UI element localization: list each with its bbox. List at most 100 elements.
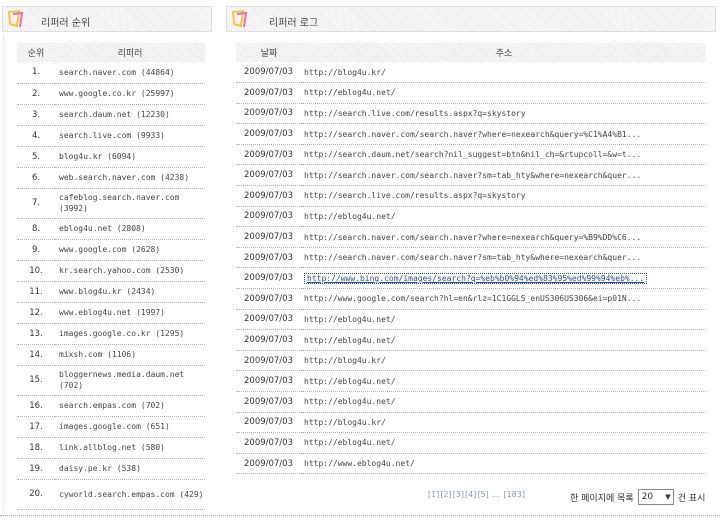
referrer-link[interactable]: search.naver.com (44864): [55, 62, 205, 84]
rank-row: 1. search.naver.com (44864): [17, 62, 205, 84]
log-url-link[interactable]: http://search.live.com/results.aspx?q=sk…: [304, 191, 526, 200]
referrer-link[interactable]: www.google.com (2628): [55, 239, 205, 261]
referrer-link[interactable]: images.google.com (651): [55, 416, 205, 438]
rank-row: 3. search.daum.net (12230): [17, 104, 205, 126]
referrer-link[interactable]: www.google.co.kr (25997): [55, 83, 205, 105]
page-link-5[interactable]: [5]: [477, 490, 488, 499]
log-url-cell: http://blog4u.kr/: [302, 350, 706, 372]
log-url-link[interactable]: http://eblog4u.net/: [304, 377, 396, 386]
log-url-link[interactable]: http://search.naver.com/search.naver?whe…: [304, 130, 641, 139]
referrer-link[interactable]: images.google.co.kr (1295): [55, 323, 205, 345]
referrer-link[interactable]: blog4u.kr (6094): [55, 146, 205, 168]
log-url-link[interactable]: http://blog4u.kr/: [304, 356, 386, 365]
log-url-link[interactable]: http://eblog4u.net/: [304, 212, 396, 221]
referrer-link[interactable]: web.search.naver.com (4238): [55, 167, 205, 189]
log-row: 2009/07/03 http://search.live.com/results…: [236, 103, 706, 125]
log-url-link[interactable]: http://search.naver.com/search.naver?sm=…: [304, 253, 641, 262]
referrer-link[interactable]: link.allblog.net (580): [55, 437, 205, 459]
referrer-link[interactable]: search.live.com (9933): [55, 125, 205, 147]
log-url-cell: http://www.bing.com/images/search?q=%eb%…: [302, 267, 706, 290]
referrer-link[interactable]: kr.search.yahoo.com (2530): [55, 260, 205, 282]
per-page-suffix: 건 표시: [677, 493, 706, 504]
log-url-link[interactable]: http://www.google.com/search?hl=en&rlz=1…: [304, 294, 641, 303]
referrer-link[interactable]: cyworld.search.empas.com (429): [55, 479, 205, 510]
log-url-cell: http://search.naver.com/search.naver?sm=…: [302, 247, 706, 269]
log-date: 2009/07/03: [236, 350, 302, 372]
referrer-link[interactable]: www.blog4u.kr (2434): [55, 281, 205, 303]
referrer-link[interactable]: search.empas.com (702): [55, 395, 205, 417]
per-page-select[interactable]: 20 ▼: [637, 489, 674, 505]
page-link-2[interactable]: [2]: [440, 490, 451, 499]
log-url-link[interactable]: http://eblog4u.net/: [304, 336, 396, 345]
log-row: 2009/07/03 http://search.naver.com/search…: [236, 164, 706, 187]
rank-number: 7.: [17, 188, 55, 219]
rank-number: 9.: [17, 239, 55, 261]
rank-number: 12.: [17, 302, 55, 324]
log-url-link[interactable]: http://blog4u.kr/: [304, 418, 386, 427]
log-url-cell: http://eblog4u.net/: [302, 391, 706, 413]
page-link-1[interactable]: [1]: [428, 490, 439, 499]
referrer-link[interactable]: www.eblog4u.net (1997): [55, 302, 205, 324]
referrer-link[interactable]: daisy.pe.kr (538): [55, 458, 205, 480]
log-row: 2009/07/03 http://search.daum.net/search?…: [236, 144, 706, 166]
log-url-cell: http://www.eblog4u.net/: [302, 453, 706, 475]
page-link-4[interactable]: [4]: [465, 490, 476, 499]
rank-number: 16.: [17, 395, 55, 417]
log-row: 2009/07/03 http://eblog4u.net/: [236, 370, 706, 392]
rank-row: 15. bloggernews.media.daum.net (702): [17, 365, 205, 396]
referrer-link[interactable]: eblog4u.net (2808): [55, 218, 205, 240]
rank-row: 18. link.allblog.net (580): [17, 437, 205, 459]
referrer-log-header: 리퍼러 로그: [226, 6, 716, 32]
log-url-cell: http://search.naver.com/search.naver?whe…: [302, 226, 706, 248]
log-url-link[interactable]: http://eblog4u.net/: [304, 88, 396, 97]
page-link-3[interactable]: [3]: [453, 490, 464, 499]
log-row: 2009/07/03 http://eblog4u.net/: [236, 432, 706, 454]
log-url-link[interactable]: http://eblog4u.net/: [304, 397, 396, 406]
rank-number: 13.: [17, 323, 55, 345]
per-page-value: 20: [641, 492, 654, 502]
log-row: 2009/07/03 http://eblog4u.net/: [236, 329, 706, 351]
log-url-link[interactable]: http://www.eblog4u.net/: [304, 459, 415, 468]
log-url-link[interactable]: http://eblog4u.net/: [304, 438, 396, 447]
log-date: 2009/07/03: [236, 82, 302, 104]
log-date: 2009/07/03: [236, 144, 302, 166]
log-url-link[interactable]: http://search.naver.com/search.naver?sm=…: [304, 171, 641, 180]
log-date: 2009/07/03: [236, 247, 302, 269]
referrer-rank-header: 리퍼러 순위: [2, 6, 212, 32]
page-ellipsis: ...: [492, 490, 500, 499]
rank-number: 6.: [17, 167, 55, 189]
log-date: 2009/07/03: [236, 62, 302, 84]
referrer-link[interactable]: search.daum.net (12230): [55, 104, 205, 126]
log-url-link[interactable]: http://search.naver.com/search.naver?whe…: [304, 233, 641, 242]
referrer-link[interactable]: bloggernews.media.daum.net (702): [55, 365, 205, 396]
log-url-link[interactable]: http://eblog4u.net/: [304, 315, 396, 324]
log-date: 2009/07/03: [236, 267, 302, 290]
left-frame-border: [3, 36, 4, 510]
rank-number: 4.: [17, 125, 55, 147]
log-url-link[interactable]: http://search.live.com/results.aspx?q=sk…: [304, 109, 526, 118]
log-url-link[interactable]: http://www.bing.com/images/search?q=%eb%…: [304, 272, 648, 284]
log-date: 2009/07/03: [236, 123, 302, 145]
log-url-link[interactable]: http://blog4u.kr/: [304, 68, 386, 77]
rank-row: 20. cyworld.search.empas.com (429): [17, 479, 205, 510]
rank-row: 17. images.google.com (651): [17, 416, 205, 438]
log-url-cell: http://blog4u.kr/: [302, 412, 706, 434]
referrer-link[interactable]: cafeblog.search.naver.com (3992): [55, 188, 205, 219]
page-link-last[interactable]: [183]: [503, 490, 525, 499]
log-row: 2009/07/03 http://blog4u.kr/: [236, 350, 706, 372]
log-date: 2009/07/03: [236, 412, 302, 434]
rank-row: 10. kr.search.yahoo.com (2530): [17, 260, 205, 282]
referrer-rank-title: 리퍼러 순위: [41, 18, 91, 29]
rank-number: 5.: [17, 146, 55, 168]
log-url-link[interactable]: http://search.daum.net/search?nil_sugges…: [304, 150, 641, 159]
referrer-log-table: 날짜 주소 2009/07/03 http://blog4u.kr/2009/07…: [236, 43, 706, 475]
log-url-cell: http://eblog4u.net/: [302, 329, 706, 351]
log-date: 2009/07/03: [236, 226, 302, 248]
rank-row: 14. mixsh.com (1106): [17, 344, 205, 366]
rank-row: 8. eblog4u.net (2808): [17, 218, 205, 240]
referrer-link[interactable]: mixsh.com (1106): [55, 344, 205, 366]
log-url-cell: http://search.naver.com/search.naver?sm=…: [302, 164, 706, 187]
rank-number: 14.: [17, 344, 55, 366]
log-url-cell: http://search.live.com/results.aspx?q=sk…: [302, 185, 706, 207]
log-date: 2009/07/03: [236, 329, 302, 351]
